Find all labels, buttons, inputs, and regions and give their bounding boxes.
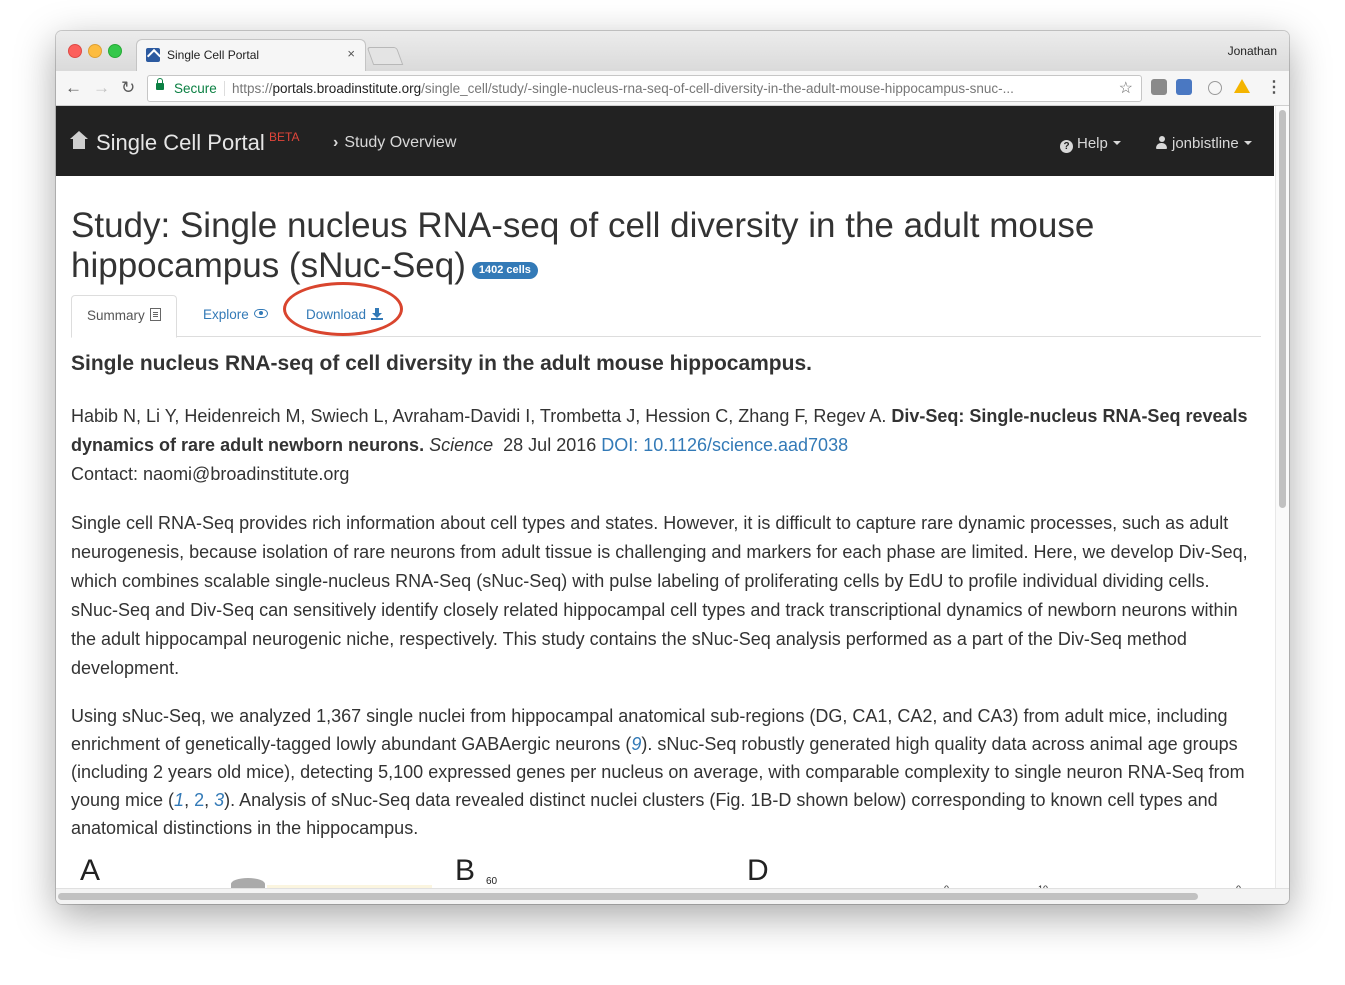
contact-line: Contact: naomi@broadinstitute.org <box>71 464 350 484</box>
browser-window: Single Cell Portal × Jonathan ← → ↻ Secu… <box>56 31 1289 904</box>
calendar-icon[interactable] <box>1176 79 1192 95</box>
brand-link[interactable]: Single Cell Portal <box>70 130 265 156</box>
new-tab-button[interactable] <box>366 47 404 65</box>
study-tabs: Summary Explore Download <box>71 282 1261 338</box>
url-text[interactable]: https://portals.broadinstitute.org/singl… <box>232 76 1112 101</box>
document-icon <box>149 308 161 321</box>
summary-paragraph-2: Using sNuc-Seq, we analyzed 1,367 single… <box>71 702 1261 842</box>
citation-authors: Habib N, Li Y, Heidenreich M, Swiech L, … <box>71 406 887 426</box>
download-highlight-annotation <box>283 282 403 336</box>
doi-link[interactable]: DOI: 10.1126/science.aad7038 <box>601 435 848 455</box>
tab-close-icon[interactable]: × <box>347 46 355 61</box>
figure-mouse-graphic <box>231 878 265 888</box>
chevron-right-icon: › <box>333 134 339 151</box>
tab-summary-label: Summary <box>87 308 145 323</box>
question-circle-icon: ? <box>1060 140 1073 153</box>
page-viewport: Single Cell Portal BETA › Study Overview … <box>56 106 1274 888</box>
horizontal-scrollbar[interactable] <box>56 888 1289 904</box>
tab-summary[interactable]: Summary <box>71 295 177 338</box>
figure-axis-tick: 60 <box>486 876 498 887</box>
eye-icon <box>253 309 268 318</box>
reference-separator: , <box>204 790 215 810</box>
extension-icon[interactable] <box>1151 79 1167 95</box>
figure-panel-label-d: D <box>747 854 769 887</box>
back-arrow-icon[interactable]: ← <box>65 78 82 98</box>
browser-tab[interactable]: Single Cell Portal × <box>136 39 366 72</box>
reference-link-3[interactable]: 3 <box>214 790 224 810</box>
user-menu[interactable]: jonbistline <box>1156 135 1252 152</box>
reference-link-9[interactable]: 9 <box>631 734 641 754</box>
citation-journal: Science <box>429 435 494 455</box>
profile-name[interactable]: Jonathan <box>1228 44 1277 58</box>
reload-icon[interactable]: ↻ <box>121 78 135 98</box>
forward-arrow-icon[interactable]: → <box>93 78 110 98</box>
citation-date: 28 Jul 2016 <box>503 435 597 455</box>
maximize-window-button[interactable] <box>108 44 122 58</box>
drive-icon[interactable] <box>1234 79 1250 93</box>
url-scheme: https:// <box>232 81 273 96</box>
close-window-button[interactable] <box>68 44 82 58</box>
vertical-scroll-thumb[interactable] <box>1279 110 1286 508</box>
minimize-window-button[interactable] <box>88 44 102 58</box>
url-host: portals.broadinstitute.org <box>272 81 422 96</box>
url-path: /single_cell/study/-single-nucleus-rna-s… <box>421 81 1014 96</box>
reference-separator: , <box>184 790 195 810</box>
vertical-scrollbar[interactable] <box>1275 106 1289 888</box>
title-bar: Single Cell Portal × Jonathan <box>56 31 1289 72</box>
study-title-text: Study: Single nucleus RNA-seq of cell di… <box>71 206 1095 285</box>
tab-explore-label: Explore <box>203 307 249 322</box>
help-menu[interactable]: ? Help <box>1060 135 1121 153</box>
lock-icon <box>156 78 164 90</box>
reference-link-2[interactable]: 2 <box>194 790 204 810</box>
study-content: Study: Single nucleus RNA-seq of cell di… <box>71 206 1261 888</box>
breadcrumb[interactable]: › Study Overview <box>333 134 456 152</box>
breadcrumb-label: Study Overview <box>344 134 457 151</box>
figure-preview: A B 60 D 0 10 0 <box>71 854 1261 888</box>
horizontal-scroll-thumb[interactable] <box>58 893 1198 900</box>
summary-paragraph-1: Single cell RNA-Seq provides rich inform… <box>71 513 1248 678</box>
tab-title: Single Cell Portal <box>167 48 260 62</box>
caret-down-icon <box>1112 141 1121 145</box>
brand-label: Single Cell Portal <box>96 130 265 155</box>
menu-icon[interactable]: ⋮ <box>1266 77 1282 97</box>
tab-explore[interactable]: Explore <box>188 295 283 335</box>
paragraph-2-text: ). Analysis of sNuc-Seq data revealed di… <box>71 790 1218 838</box>
reference-link-1[interactable]: 1 <box>174 790 184 810</box>
star-icon[interactable]: ☆ <box>1119 76 1133 101</box>
beta-label: BETA <box>269 130 300 144</box>
address-divider <box>224 81 225 96</box>
figure-panel-label-b: B <box>455 854 476 887</box>
address-bar[interactable]: Secure https://portals.broadinstitute.or… <box>147 75 1142 102</box>
summary-heading: Single nucleus RNA-seq of cell diversity… <box>71 352 812 375</box>
browser-toolbar: ← → ↻ Secure https://portals.broadinstit… <box>56 71 1289 106</box>
citation: Habib N, Li Y, Heidenreich M, Swiech L, … <box>71 402 1261 489</box>
figure-panel-label-a: A <box>80 854 101 887</box>
home-icon <box>70 131 88 151</box>
portal-navbar: Single Cell Portal BETA › Study Overview … <box>56 106 1274 176</box>
user-icon <box>1156 136 1167 149</box>
page-title: Study: Single nucleus RNA-seq of cell di… <box>71 206 1261 286</box>
secure-label: Secure <box>174 81 217 96</box>
clock-icon[interactable] <box>1208 81 1222 95</box>
portal-favicon-icon <box>146 48 160 62</box>
caret-down-icon <box>1243 141 1252 145</box>
help-label: Help <box>1077 135 1108 152</box>
cell-count-badge: 1402 cells <box>471 262 538 279</box>
user-label: jonbistline <box>1172 135 1239 152</box>
